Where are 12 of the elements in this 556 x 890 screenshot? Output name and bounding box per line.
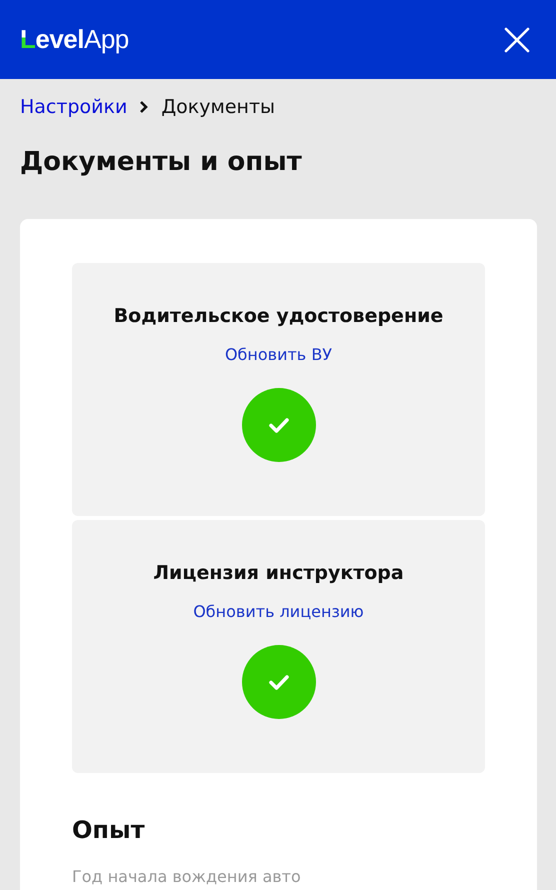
breadcrumb-current: Документы xyxy=(161,95,276,119)
close-icon[interactable] xyxy=(504,26,530,52)
update-link[interactable]: Обновить лицензию xyxy=(193,602,364,622)
breadcrumb-link[interactable]: Настройки xyxy=(20,95,128,119)
logo: LevelApp xyxy=(20,24,129,55)
document-title: Лицензия инструктора xyxy=(153,561,404,586)
chevron-icon xyxy=(139,100,150,114)
page-title: Документы и опыт xyxy=(20,146,303,179)
field-label: Год начала вождения авто xyxy=(72,867,302,886)
section-heading: Опыт xyxy=(72,815,146,845)
document-title: Водительское удостоверение xyxy=(114,304,444,329)
update-link[interactable]: Обновить ВУ xyxy=(224,345,332,365)
